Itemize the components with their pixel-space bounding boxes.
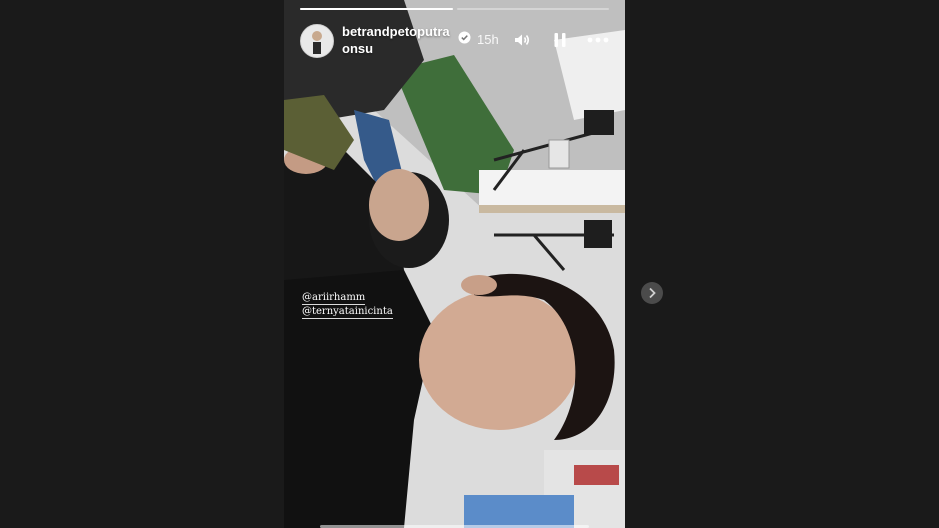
- story-controls: [511, 29, 609, 51]
- profile-photo-icon: [312, 31, 322, 54]
- story-photo: [284, 0, 625, 528]
- story-timestamp: 15h: [477, 32, 499, 47]
- more-icon[interactable]: [587, 29, 609, 51]
- username[interactable]: betrandpetoputraonsu: [342, 23, 454, 57]
- progress-fill: [300, 8, 453, 10]
- chevron-right-icon: [649, 287, 656, 299]
- progress-segment: [456, 8, 609, 10]
- story-progress: [300, 8, 609, 10]
- story-header: betrandpetoputraonsu 15h: [300, 22, 609, 62]
- story-viewer[interactable]: betrandpetoputraonsu 15h @ariirhamm @ter…: [284, 0, 625, 528]
- pause-icon[interactable]: [549, 29, 571, 51]
- speaker-icon[interactable]: [511, 29, 533, 51]
- next-story-button[interactable]: [641, 282, 663, 304]
- progress-segment: [300, 8, 453, 10]
- mention-sticker[interactable]: @ariirhamm: [302, 291, 366, 305]
- mention-sticker[interactable]: @ternyatainicinta: [302, 305, 393, 319]
- verified-badge-icon: [458, 31, 471, 49]
- avatar[interactable]: [300, 24, 334, 58]
- mention-stickers: @ariirhamm @ternyatainicinta: [302, 291, 393, 319]
